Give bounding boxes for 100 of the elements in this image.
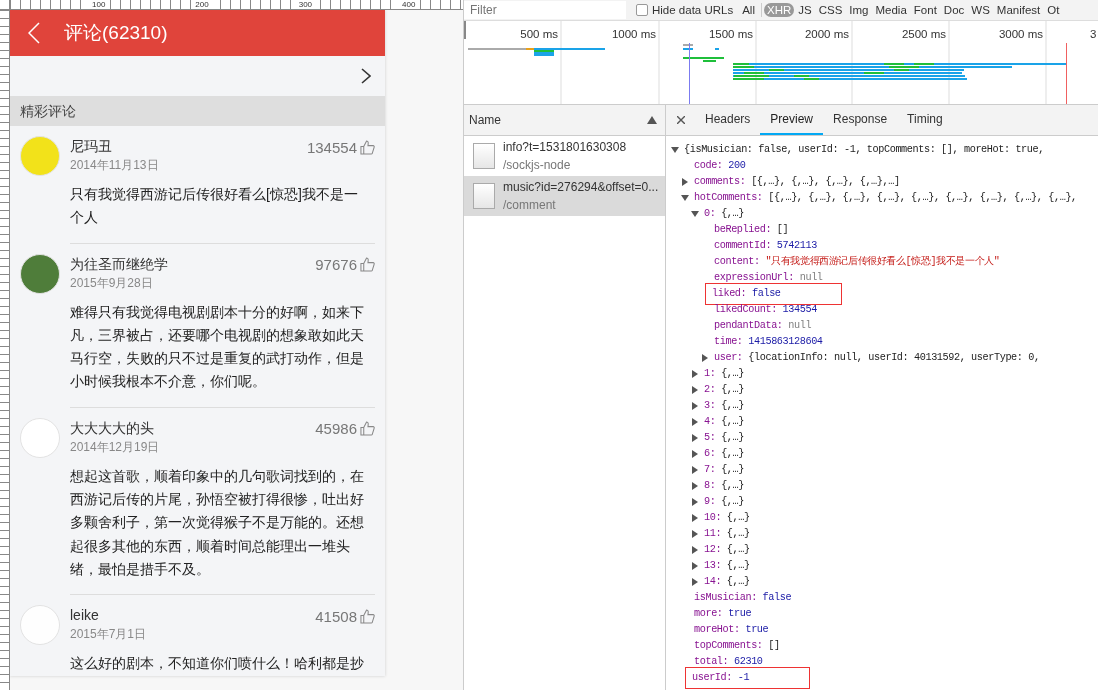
json-entry: code: 200 xyxy=(693,159,747,173)
json-entry: 2: {,…} xyxy=(703,383,745,397)
tick-label: 2500 ms xyxy=(901,28,946,40)
json-entry: 5: {,…} xyxy=(703,431,745,445)
json-entry: userId: -1 xyxy=(686,668,810,688)
avatar xyxy=(20,136,60,176)
type-filter-button[interactable]: Doc xyxy=(940,3,968,17)
thumbs-up-icon[interactable] xyxy=(360,421,375,437)
thumbs-up-icon[interactable] xyxy=(360,139,375,155)
tick-label: 3 xyxy=(1090,28,1097,40)
tab[interactable]: Headers xyxy=(695,105,761,135)
type-filter-button[interactable]: Ot xyxy=(1044,3,1063,17)
request-path: /comment xyxy=(503,197,557,214)
avatar xyxy=(20,253,60,294)
tab[interactable]: Response xyxy=(823,105,898,135)
tick-label: 2000 ms xyxy=(804,28,849,40)
json-entry: 3: {,…} xyxy=(703,399,745,413)
json-entry: 1: {,…} xyxy=(703,367,745,381)
tab[interactable]: Timing xyxy=(897,105,953,135)
json-entry: 11: {,…} xyxy=(703,527,751,541)
checkbox[interactable] xyxy=(636,4,648,16)
json-entry: 12: {,…} xyxy=(703,543,751,557)
comment-text: 想起这首歌，顺着印象中的几句歌词找到的，在西游记后传的片尾，孙悟空被打得很惨，吐出好多颗舍利子，第一次觉得猴子不是万能的。还想起很多其他的东西，顺着时间总能理出一堆头绪，最怕是措手不及。 xyxy=(70,466,365,579)
file-icon xyxy=(473,143,495,169)
comment-text: 这么好的剧本，不知道你们喷什么！哈利都是抄 xyxy=(70,654,365,674)
json-entry: moreHot: true xyxy=(693,623,770,637)
request-name: music?id=276294&offset=0... xyxy=(503,179,659,196)
json-entry: 13: {,…} xyxy=(703,559,751,573)
json-entry: 6: {,…} xyxy=(703,447,745,461)
json-entry: total: 62310 xyxy=(693,655,764,669)
json-entry: expressionUrl: null xyxy=(713,271,824,285)
type-filter-button[interactable]: Font xyxy=(910,3,940,17)
json-entry: 10: {,…} xyxy=(703,511,751,525)
thumbs-up-icon[interactable] xyxy=(360,608,375,624)
json-entry: 7: {,…} xyxy=(703,463,745,477)
sort-icon[interactable] xyxy=(647,116,657,124)
comment-text: 难得只有我觉得电视剧剧本十分的好啊，如来下凡，三界被占，还要哪个电视剧的想象敢如此天马行空，失败的只不过是重复的武打动作，但是小时候我根本不介意，你们呢。 xyxy=(70,302,365,392)
json-entry: 14: {,…} xyxy=(703,575,751,589)
tick-label: 3000 ms xyxy=(998,28,1043,40)
filter-field[interactable]: Filter xyxy=(464,1,626,19)
type-filter-button[interactable]: CSS xyxy=(815,3,846,17)
type-filter-button[interactable]: Img xyxy=(846,3,872,17)
avatar xyxy=(20,605,60,646)
json-entry: user: {locationInfo: null, userId: 40131592, userType: 0, xyxy=(713,351,1041,365)
json-entry: isMusician: false xyxy=(693,591,793,605)
request-path: /sockjs-node xyxy=(503,157,572,174)
tab[interactable]: Preview xyxy=(760,105,824,135)
type-filter-button[interactable]: All xyxy=(739,3,758,17)
comment-text: 只有我觉得西游记后传很好看么[惊恐]我不是一个人 xyxy=(70,185,359,228)
user-name: 为往圣而继绝学 xyxy=(70,254,168,274)
request-name: info?t=1531801630308 xyxy=(503,139,627,156)
user-name: 大大大大的头 xyxy=(70,418,155,438)
comment-date: 2014年11月13日 xyxy=(70,157,159,173)
json-entry: {isMusician: false, userId: -1, topComments: [], moreHot: true, xyxy=(683,143,1045,157)
json-entry: commentId: 5742113 xyxy=(713,239,818,253)
type-filter-button[interactable]: Media xyxy=(872,3,910,17)
expanded-triangle-icon[interactable] xyxy=(671,146,679,154)
section-header: 精彩评论 xyxy=(10,96,385,126)
type-filter-button[interactable]: WS xyxy=(968,3,993,17)
file-icon xyxy=(473,183,495,209)
json-entry: more: true xyxy=(693,607,753,621)
json-entry: 8: {,…} xyxy=(703,479,745,493)
collapsed-triangle-icon[interactable] xyxy=(681,178,689,186)
tick-label: 1000 ms xyxy=(611,28,656,40)
json-entry: time: 1415863128604 xyxy=(713,335,824,349)
json-entry: liked: false xyxy=(706,284,841,304)
type-filter-button[interactable]: JS xyxy=(795,3,815,17)
column-header[interactable]: Name xyxy=(464,105,665,136)
json-entry: topComments: [] xyxy=(693,639,781,653)
json-entry: likedCount: 134554 xyxy=(713,303,818,317)
tick-label: 1500 ms xyxy=(708,28,753,40)
like-count: 45986 xyxy=(315,420,357,438)
json-entry: 9: {,…} xyxy=(703,495,745,509)
json-entry: hotComments: [{,…}, {,…}, {,…}, {,…}, {,…}, {,…}, {,…}, {,…}, {,…}, xyxy=(693,191,1078,205)
ruler-label: 400 xyxy=(400,0,418,9)
avatar xyxy=(20,417,60,458)
close-icon[interactable] xyxy=(677,116,685,124)
type-filter-button[interactable]: Manifest xyxy=(993,3,1044,17)
user-name: leike xyxy=(70,606,100,626)
request-item[interactable]: music?id=276294&offset=0... /comment xyxy=(464,176,665,216)
json-entry: beReplied: [] xyxy=(713,223,790,237)
chevron-right-icon[interactable] xyxy=(361,68,371,84)
checkbox-label: Hide data URLs xyxy=(652,4,734,16)
json-entry: comments: [{,…}, {,…}, {,…}, {,…},…] xyxy=(693,175,901,189)
like-count: 134554 xyxy=(306,138,357,156)
ruler-label: 200 xyxy=(193,0,211,9)
like-count: 97676 xyxy=(315,256,357,274)
like-count: 41508 xyxy=(315,607,357,625)
tick-label: 500 ms xyxy=(520,28,558,40)
json-entry: 4: {,…} xyxy=(703,415,745,429)
ruler-label: 300 xyxy=(296,0,315,9)
json-entry: pendantData: null xyxy=(713,319,813,333)
json-entry: content: "只有我觉得西游记后传很好看么[惊恐]我不是一个人" xyxy=(713,254,1001,269)
comment-date: 2015年9月28日 xyxy=(70,274,154,291)
user-name: 尼玛丑 xyxy=(70,137,113,156)
thumbs-up-icon[interactable] xyxy=(360,257,375,273)
ruler-label: 100 xyxy=(90,0,108,9)
back-icon[interactable] xyxy=(28,22,40,44)
comment-date: 2015年7月1日 xyxy=(70,626,147,643)
comment-date: 2014年12月19日 xyxy=(70,438,160,455)
